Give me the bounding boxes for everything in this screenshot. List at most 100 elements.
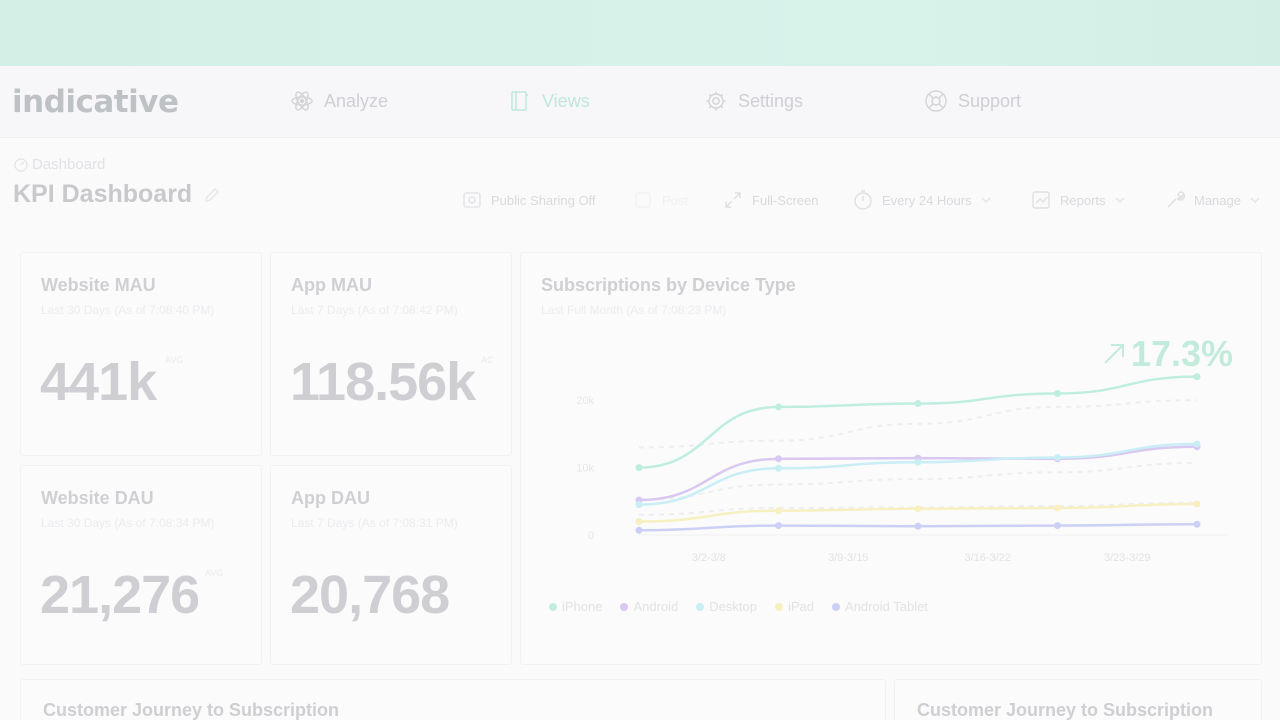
nav-settings-label: Settings	[738, 90, 804, 111]
data-point	[775, 403, 782, 411]
chevron-down-icon	[1115, 197, 1125, 203]
card-subtitle: Last 30 Days (As of 7:08:34 PM)	[41, 516, 215, 530]
x-tick-label: 3/2-3/8	[692, 552, 726, 564]
card-subtitle: Last 7 Days (As of 7:08:42 PM)	[291, 303, 458, 317]
data-point	[914, 400, 922, 408]
breadcrumb-label: Dashboard	[32, 156, 106, 173]
legend-label: Android	[633, 599, 679, 614]
legend-item[interactable]: Android Tablet	[832, 599, 928, 614]
legend-swatch	[775, 602, 783, 611]
data-point	[635, 526, 643, 534]
legend-item[interactable]: iPad	[775, 599, 814, 614]
refresh-interval-dropdown[interactable]: Every 24 Hours	[852, 186, 992, 214]
card-title: Website MAU	[41, 275, 156, 295]
data-point	[1193, 520, 1201, 528]
metric-tag: AVG	[165, 355, 184, 365]
app-dau-card[interactable]: App DAU Last 7 Days (As of 7:08:31 PM) 2…	[270, 465, 512, 665]
data-point	[1193, 500, 1201, 508]
subscriptions-line-chart: 0 10k 20k 3/2-3/8 3/9-3/15 3/16-3/22 3/23-3/29	[576, 373, 1227, 564]
data-point	[1193, 440, 1201, 448]
legend-swatch	[696, 602, 705, 611]
nav-support-label: Support	[958, 90, 1022, 111]
legend-label: iPad	[788, 599, 815, 614]
chart-legend: iPhone Android Desktop iPad Android Tablet	[549, 599, 928, 614]
nav-views-label: Views	[542, 90, 590, 111]
metric-tag: AVG	[205, 568, 224, 578]
nav-analyze[interactable]: Analyze	[290, 88, 388, 114]
public-sharing-label: Public Sharing Off	[491, 192, 596, 208]
wrench-icon	[1167, 191, 1186, 208]
nav-views[interactable]: Views	[508, 88, 590, 114]
breadcrumb[interactable]: Dashboard	[14, 156, 105, 173]
data-point	[635, 464, 643, 472]
data-point	[775, 455, 782, 463]
public-sharing-button[interactable]: Public Sharing Off	[461, 186, 596, 214]
website-mau-card[interactable]: Website MAU Last 30 Days (As of 7:08:40 …	[20, 252, 262, 456]
data-point	[775, 522, 782, 530]
series-line	[638, 442, 1198, 506]
pencil-icon[interactable]	[204, 187, 220, 203]
legend-label: Desktop	[709, 599, 757, 614]
legend-label: iPhone	[562, 599, 603, 614]
top-navigation: indicative Analyze Views Settings Suppor…	[0, 66, 1280, 138]
gear-icon	[706, 91, 726, 111]
customer-journey-card-right[interactable]: Customer Journey to Subscription	[894, 679, 1262, 720]
legend-label: Android Tablet	[845, 599, 928, 614]
reports-dropdown[interactable]: Reports	[1030, 186, 1126, 214]
x-tick-label: 3/16-3/22	[965, 552, 1011, 564]
data-point	[635, 518, 643, 526]
top-banner	[0, 0, 1280, 66]
card-title: App MAU	[291, 275, 372, 295]
fullscreen-button[interactable]: Full-Screen	[722, 186, 818, 214]
comparison-line	[638, 399, 1198, 449]
data-point	[1054, 453, 1061, 461]
reports-label: Reports	[1060, 192, 1106, 208]
website-dau-card[interactable]: Website DAU Last 30 Days (As of 7:08:34 …	[20, 465, 262, 665]
data-point	[635, 501, 643, 509]
data-point	[1054, 389, 1061, 397]
metric-value: 21,276	[40, 565, 200, 625]
customer-journey-card-left[interactable]: Customer Journey to Subscription	[20, 679, 886, 720]
atom-icon	[291, 91, 313, 111]
data-point	[1054, 504, 1061, 512]
post-label: Post	[662, 192, 689, 208]
card-title: Website DAU	[41, 488, 154, 508]
data-point	[914, 505, 922, 513]
legend-item[interactable]: Desktop	[696, 599, 757, 614]
card-title: Customer Journey to Subscription	[43, 700, 340, 720]
nav-analyze-label: Analyze	[324, 90, 389, 111]
refresh-interval-label: Every 24 Hours	[882, 192, 972, 208]
metric-tag: AC	[481, 355, 494, 365]
lifebuoy-icon	[925, 90, 947, 112]
x-tick-label: 3/23-3/29	[1104, 552, 1150, 564]
y-tick-label: 0	[588, 530, 594, 542]
timer-icon	[854, 190, 872, 210]
app-mau-card[interactable]: App MAU Last 7 Days (As of 7:08:42 PM) 1…	[270, 252, 512, 456]
data-point	[775, 507, 782, 515]
data-point	[775, 464, 782, 472]
legend-swatch	[832, 602, 841, 611]
metric-value: 118.56k	[290, 352, 476, 412]
legend-swatch	[620, 602, 629, 611]
x-tick-label: 3/9-3/15	[828, 552, 868, 564]
legend-swatch	[549, 602, 557, 611]
legend-item[interactable]: iPhone	[549, 599, 602, 614]
comparison-line	[638, 461, 1198, 501]
manage-dropdown[interactable]: Manage	[1164, 186, 1261, 214]
legend-item[interactable]: Android	[620, 599, 678, 614]
nav-support[interactable]: Support	[924, 88, 1021, 114]
fullscreen-label: Full-Screen	[752, 192, 819, 208]
logo[interactable]: indicative	[12, 84, 179, 120]
post-icon	[635, 192, 651, 208]
book-icon	[511, 91, 528, 111]
data-point	[914, 458, 922, 466]
subscriptions-chart-card[interactable]: Subscriptions by Device Type Last Full M…	[520, 252, 1262, 665]
y-tick-label: 20k	[576, 395, 594, 407]
nav-settings[interactable]: Settings	[704, 88, 803, 114]
y-tick-label: 10k	[576, 463, 594, 475]
card-subtitle: Last 30 Days (As of 7:08:40 PM)	[41, 303, 215, 317]
post-button[interactable]: Post	[632, 186, 688, 214]
data-point	[1193, 373, 1201, 381]
metric-value: 441k	[40, 352, 157, 412]
data-point	[1054, 522, 1061, 530]
